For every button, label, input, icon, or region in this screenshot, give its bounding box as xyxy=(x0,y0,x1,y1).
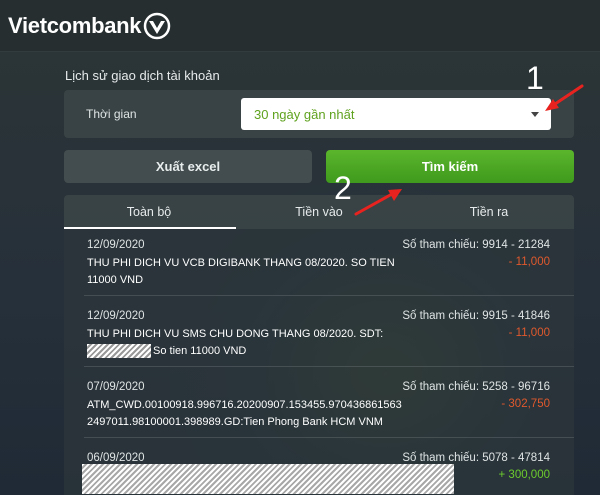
time-label: Thời gian xyxy=(86,107,137,121)
transaction-date: 12/09/2020 xyxy=(87,239,145,251)
brand-name: Vietcombank xyxy=(8,13,142,38)
annotation-arrow-2 xyxy=(354,189,402,216)
transaction-date: 06/09/2020 xyxy=(87,452,145,464)
row-divider xyxy=(84,295,574,296)
search-button[interactable]: Tìm kiếm xyxy=(326,150,574,183)
tab-outgoing[interactable]: Tiền ra xyxy=(404,195,574,229)
row-divider xyxy=(84,437,574,438)
vietcombank-logo[interactable]: Vietcombank xyxy=(8,11,171,41)
vietcombank-v-icon xyxy=(143,12,171,40)
time-filter-panel: Thời gian 30 ngày gần nhất xyxy=(64,90,574,138)
row-divider xyxy=(84,366,574,367)
chevron-down-icon xyxy=(531,112,539,117)
transaction-amount: - 11,000 xyxy=(508,256,550,268)
transaction-description: THU PHI DICH VU VCB DIGIBANK THANG 08/20… xyxy=(87,255,417,289)
transaction-row[interactable]: 12/09/2020 THU PHI DICH VU SMS CHU DONG … xyxy=(64,300,574,367)
description-line: So tien 11000 VND xyxy=(153,345,247,357)
transaction-amount: - 302,750 xyxy=(501,398,550,410)
description-line: THU PHI DICH VU SMS CHU DONG THANG 08/20… xyxy=(87,328,384,340)
time-range-select[interactable]: 30 ngày gần nhất xyxy=(241,98,551,130)
description-line-wrap: So tien 11000 VND xyxy=(87,343,417,360)
annotation-arrow-1 xyxy=(545,84,584,111)
redacted-description xyxy=(82,464,454,494)
transaction-reference: Số tham chiếu: 5078 - 47814 xyxy=(402,452,550,464)
transaction-amount: + 300,000 xyxy=(498,469,550,481)
transaction-date: 12/09/2020 xyxy=(87,310,145,322)
transaction-reference: Số tham chiếu: 9915 - 41846 xyxy=(402,310,550,322)
redacted-phone-number xyxy=(87,344,151,359)
transaction-description: ATM_CWD.00100918.996716.20200907.153455.… xyxy=(87,397,417,431)
transaction-reference: Số tham chiếu: 9914 - 21284 xyxy=(402,239,550,251)
transaction-tabs: Toàn bộ Tiền vào Tiền ra xyxy=(64,195,574,229)
transaction-list: 12/09/2020 THU PHI DICH VU VCB DIGIBANK … xyxy=(64,229,574,495)
transaction-row[interactable]: 07/09/2020 ATM_CWD.00100918.996716.20200… xyxy=(64,371,574,438)
transaction-row[interactable]: 12/09/2020 THU PHI DICH VU VCB DIGIBANK … xyxy=(64,229,574,296)
description-line: THU PHI DICH VU VCB DIGIBANK THANG 08/20… xyxy=(87,257,395,269)
description-line: 11000 VND xyxy=(87,274,144,286)
tab-all[interactable]: Toàn bộ xyxy=(64,195,236,229)
transaction-description: THU PHI DICH VU SMS CHU DONG THANG 08/20… xyxy=(87,326,417,360)
time-range-value: 30 ngày gần nhất xyxy=(254,107,355,122)
app-header: Vietcombank xyxy=(0,0,600,52)
transaction-date: 07/09/2020 xyxy=(87,381,145,393)
section-title: Lịch sử giao dịch tài khoản xyxy=(65,68,220,83)
transaction-amount: - 11,000 xyxy=(508,327,550,339)
description-line: 2497011.98100001.398989.GD:Tien Phong Ba… xyxy=(87,416,383,428)
description-line: ATM_CWD.00100918.996716.20200907.153455.… xyxy=(87,399,402,411)
transaction-reference: Số tham chiếu: 5258 - 96716 xyxy=(402,381,550,393)
export-excel-button[interactable]: Xuất excel xyxy=(64,150,312,183)
